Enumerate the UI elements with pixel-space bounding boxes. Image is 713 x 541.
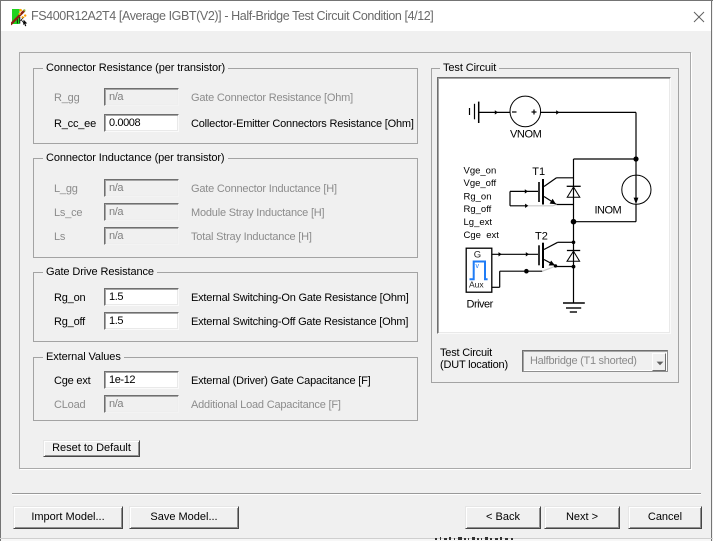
svg-text:Rg_on: Rg_on [464, 191, 492, 202]
svg-text:INOM: INOM [595, 205, 622, 217]
svg-text:Lg_ext: Lg_ext [464, 217, 493, 228]
svg-text:Cge ext: Cge ext [464, 230, 500, 241]
svg-text:T2: T2 [535, 231, 548, 243]
svg-text:Aux: Aux [469, 280, 484, 290]
svg-text:VNOM: VNOM [510, 129, 542, 141]
svg-text:G: G [474, 250, 481, 261]
svg-text:Rg_off: Rg_off [464, 204, 492, 215]
svg-text:Driver: Driver [467, 299, 494, 311]
svg-text:v: v [476, 263, 480, 270]
svg-text:T1: T1 [532, 166, 545, 178]
svg-text:Vge_off: Vge_off [464, 178, 497, 189]
svg-text:Vge_on: Vge_on [464, 165, 497, 176]
